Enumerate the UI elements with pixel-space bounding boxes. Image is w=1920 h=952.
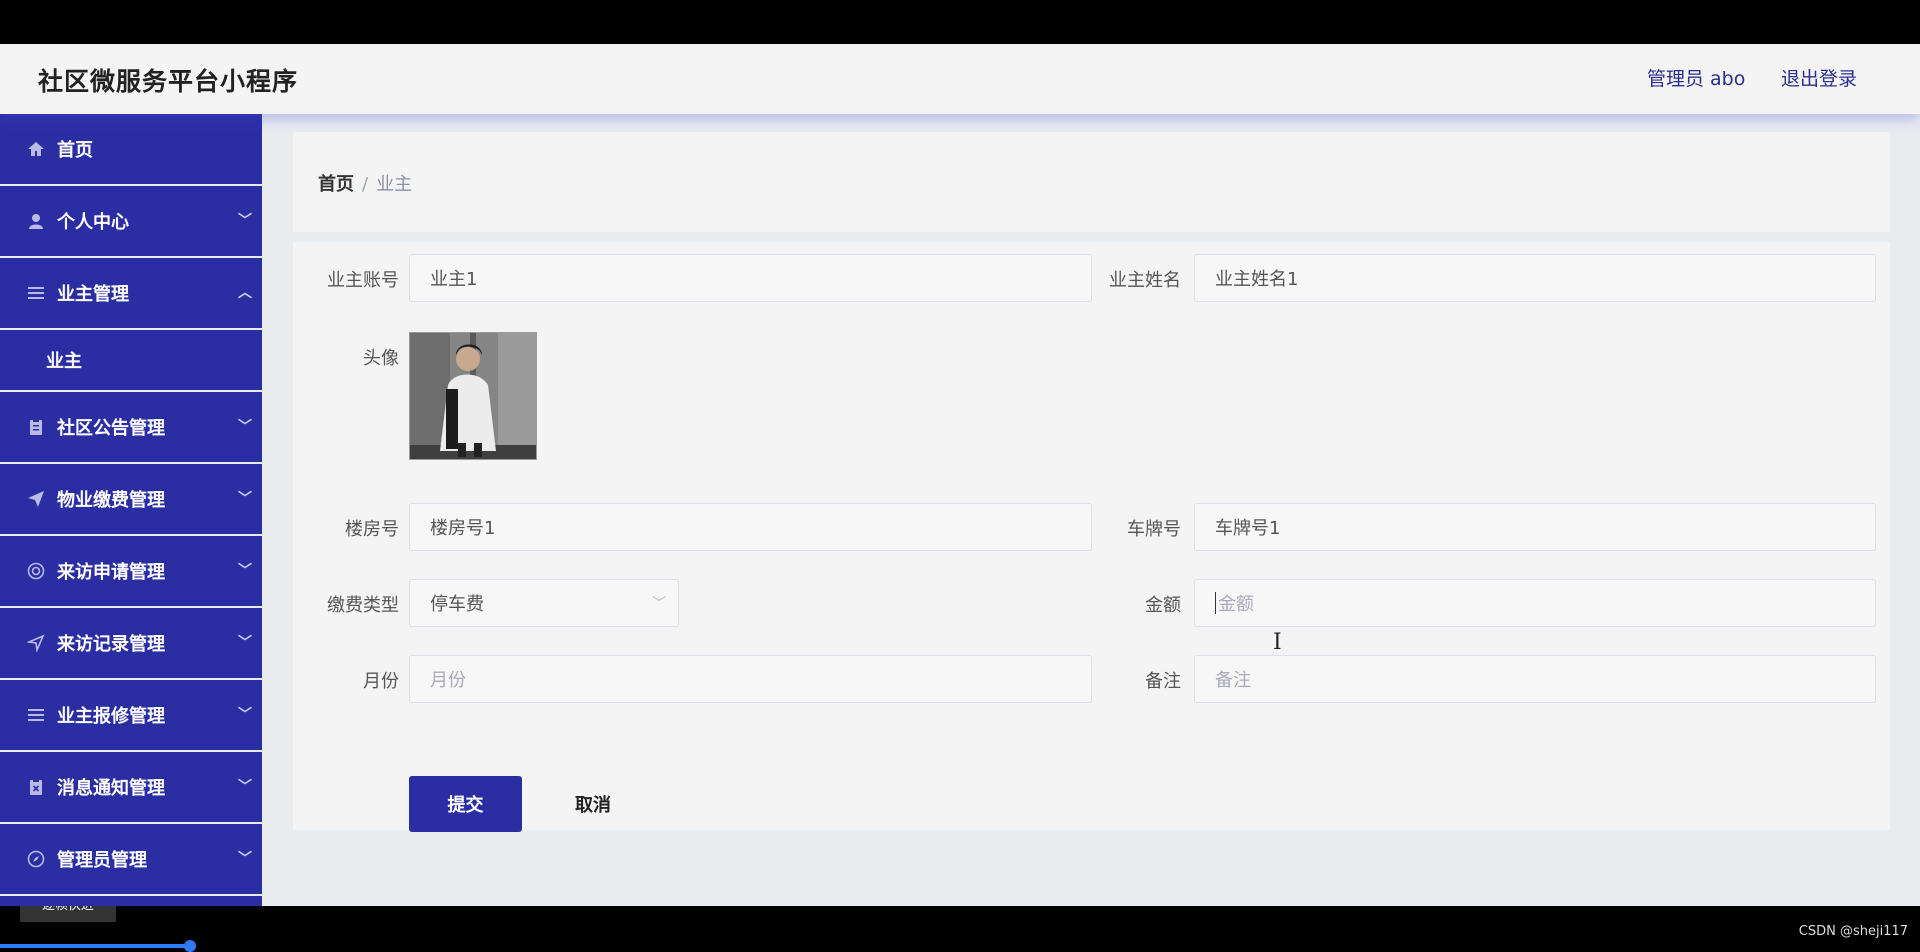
text-caret bbox=[1215, 592, 1216, 614]
sidebar-item-label: 业主管理 bbox=[57, 284, 129, 305]
month-label: 月份 bbox=[363, 671, 399, 692]
video-progress-bar[interactable] bbox=[0, 944, 192, 948]
chevron-down-icon: ﹀ bbox=[238, 779, 252, 795]
sidebar-item-owner-management[interactable]: 业主管理 ︿ bbox=[0, 258, 262, 330]
fee-type-label: 缴费类型 bbox=[327, 595, 399, 616]
breadcrumb-current: 业主 bbox=[376, 174, 413, 195]
chevron-down-icon: ﹀ bbox=[238, 491, 252, 507]
chevron-down-icon: ﹀ bbox=[652, 596, 666, 612]
owner-form: 业主账号 业主1 业主姓名 业主姓名1 头像 楼房号 楼房号1 车牌号 车牌号1 bbox=[293, 242, 1890, 832]
plate-input[interactable]: 车牌号1 bbox=[1194, 503, 1876, 551]
name-input[interactable]: 业主姓名1 bbox=[1194, 254, 1876, 302]
breadcrumb-separator: / bbox=[362, 174, 369, 195]
chevron-down-icon: ﹀ bbox=[238, 707, 252, 723]
chevron-down-icon: ﹀ bbox=[238, 851, 252, 867]
fee-type-value: 停车费 bbox=[430, 594, 484, 615]
sidebar-item-repairs[interactable]: 业主报修管理 ﹀ bbox=[0, 680, 262, 752]
sidebar-item-label: 社区公告管理 bbox=[57, 418, 165, 439]
sidebar-item-admins[interactable]: 管理员管理 ﹀ bbox=[0, 824, 262, 896]
account-input[interactable]: 业主1 bbox=[409, 254, 1092, 302]
chevron-down-icon: ﹀ bbox=[238, 213, 252, 229]
chevron-down-icon: ﹀ bbox=[238, 563, 252, 579]
remark-input[interactable]: 备注 bbox=[1194, 655, 1876, 703]
cancel-button[interactable]: 取消 bbox=[543, 776, 643, 832]
current-user: 管理员 abo bbox=[1647, 68, 1746, 90]
sidebar-item-visit-records[interactable]: 来访记录管理 ﹀ bbox=[0, 608, 262, 680]
top-header: 社区微服务平台小程序 管理员 abo 退出登录 bbox=[0, 44, 1920, 114]
sidebar-item-label: 业主报修管理 bbox=[57, 706, 165, 727]
breadcrumb-home[interactable]: 首页 bbox=[318, 174, 354, 195]
list-icon bbox=[26, 283, 46, 303]
amount-input[interactable]: 金额 bbox=[1194, 579, 1876, 627]
sidebar: 首页 个人中心 ﹀ 业主管理 ︿ 业主 社区公告管理 ﹀ 物业缴费管理 ﹀ 来访… bbox=[0, 114, 262, 906]
list-icon bbox=[26, 705, 46, 725]
plate-label: 车牌号 bbox=[1127, 519, 1181, 540]
clipboard-x-icon bbox=[26, 777, 46, 797]
name-label: 业主姓名 bbox=[1109, 270, 1181, 291]
sidebar-item-label: 来访记录管理 bbox=[57, 634, 165, 655]
sidebar-item-label: 首页 bbox=[57, 140, 93, 161]
breadcrumb-card: 首页 / 业主 bbox=[293, 132, 1890, 232]
watermark: CSDN @sheji117 bbox=[1798, 924, 1908, 939]
month-input[interactable]: 月份 bbox=[409, 655, 1092, 703]
building-label: 楼房号 bbox=[345, 519, 399, 540]
fee-type-select[interactable]: 停车费 ﹀ bbox=[409, 579, 679, 627]
chevron-down-icon: ﹀ bbox=[238, 635, 252, 651]
sidebar-item-notifications[interactable]: 消息通知管理 ﹀ bbox=[0, 752, 262, 824]
navigation-icon bbox=[26, 633, 46, 653]
sidebar-item-label: 物业缴费管理 bbox=[57, 490, 165, 511]
avatar-image[interactable] bbox=[409, 332, 537, 460]
account-label: 业主账号 bbox=[327, 270, 399, 291]
sidebar-item-visit-applications[interactable]: 来访申请管理 ﹀ bbox=[0, 536, 262, 608]
chevron-down-icon: ﹀ bbox=[238, 419, 252, 435]
ibeam-cursor-icon: I bbox=[1273, 630, 1282, 655]
breadcrumb: 首页 / 业主 bbox=[318, 170, 412, 196]
sidebar-item-label: 来访申请管理 bbox=[57, 562, 165, 583]
sidebar-item-label: 业主 bbox=[46, 351, 82, 372]
user-icon bbox=[26, 211, 46, 231]
sidebar-item-label: 个人中心 bbox=[57, 212, 129, 233]
clipboard-icon bbox=[26, 417, 46, 437]
chevron-up-icon: ︿ bbox=[238, 285, 252, 301]
sidebar-item-announcements[interactable]: 社区公告管理 ﹀ bbox=[0, 392, 262, 464]
home-icon bbox=[26, 139, 46, 159]
lifebuoy-icon bbox=[26, 561, 46, 581]
sidebar-item-property-fees[interactable]: 物业缴费管理 ﹀ bbox=[0, 464, 262, 536]
logout-link[interactable]: 退出登录 bbox=[1781, 64, 1857, 91]
app-title: 社区微服务平台小程序 bbox=[38, 67, 299, 96]
compass-icon bbox=[26, 849, 46, 869]
progress-handle[interactable] bbox=[184, 940, 196, 952]
sidebar-item-label: 管理员管理 bbox=[57, 850, 147, 871]
sidebar-subitem-owner[interactable]: 业主 bbox=[0, 330, 262, 392]
submit-button[interactable]: 提交 bbox=[409, 776, 522, 832]
amount-label: 金额 bbox=[1145, 595, 1181, 616]
building-input[interactable]: 楼房号1 bbox=[409, 503, 1092, 551]
sidebar-item-home[interactable]: 首页 bbox=[0, 114, 262, 186]
sidebar-item-profile[interactable]: 个人中心 ﹀ bbox=[0, 186, 262, 258]
app-window: 社区微服务平台小程序 管理员 abo 退出登录 首页 个人中心 ﹀ 业主管理 ︿… bbox=[0, 44, 1920, 906]
remark-label: 备注 bbox=[1145, 671, 1181, 692]
amount-placeholder: 金额 bbox=[1218, 594, 1254, 615]
send-icon bbox=[26, 489, 46, 509]
avatar-label: 头像 bbox=[363, 348, 399, 369]
sidebar-item-label: 消息通知管理 bbox=[57, 778, 165, 799]
